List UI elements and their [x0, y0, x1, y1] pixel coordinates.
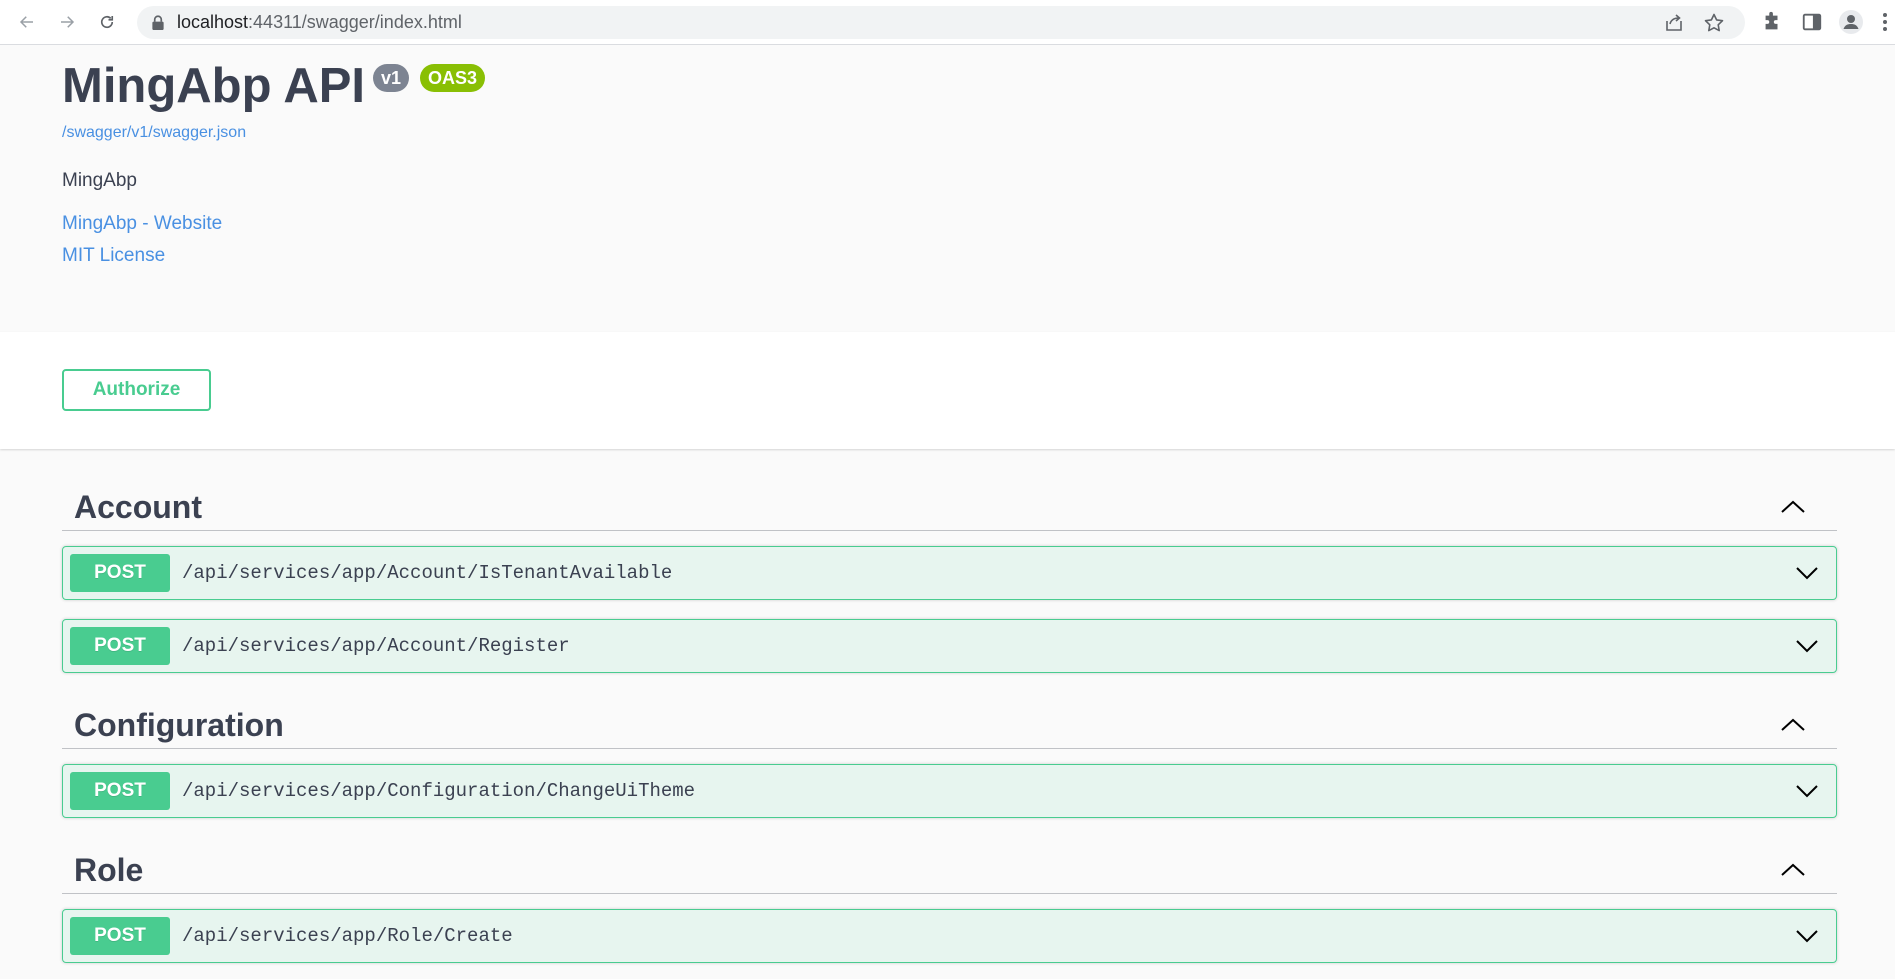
operation-path: /api/services/app/Configuration/ChangeUi…: [182, 780, 696, 802]
opblock-post[interactable]: POST /api/services/app/Role/Create: [62, 909, 1837, 963]
chevron-up-icon[interactable]: [1779, 860, 1807, 880]
url-host: localhost: [177, 12, 249, 32]
share-button[interactable]: [1663, 12, 1685, 34]
tag-configuration-header[interactable]: Configuration: [62, 701, 1837, 749]
extensions-button[interactable]: [1759, 9, 1785, 35]
address-bar[interactable]: localhost:44311/swagger/index.html: [137, 6, 1745, 39]
tag-role-header[interactable]: Role: [62, 846, 1837, 894]
chevron-down-icon[interactable]: [1794, 781, 1820, 801]
spec-json-link[interactable]: /swagger/v1/swagger.json: [62, 124, 246, 142]
browser-toolbar: localhost:44311/swagger/index.html: [0, 0, 1895, 45]
reload-icon: [100, 15, 114, 29]
side-panel-button[interactable]: [1799, 9, 1825, 35]
chevron-up-icon[interactable]: [1779, 715, 1807, 735]
opblock-post[interactable]: POST /api/services/app/Configuration/Cha…: [62, 764, 1837, 818]
chevron-down-icon[interactable]: [1794, 926, 1820, 946]
license-link[interactable]: MIT License: [62, 245, 165, 267]
chevron-down-icon[interactable]: [1794, 636, 1820, 656]
version-badge: v1: [373, 64, 410, 92]
website-link[interactable]: MingAbp - Website: [62, 213, 222, 235]
authorize-button[interactable]: Authorize: [62, 369, 211, 411]
operation-path: /api/services/app/Role/Create: [182, 925, 513, 947]
url-path: :44311/swagger/index.html: [248, 12, 462, 32]
reload-button[interactable]: [92, 7, 122, 37]
operation-path: /api/services/app/Account/IsTenantAvaila…: [182, 562, 673, 584]
api-description: MingAbp: [62, 170, 137, 191]
side-panel-icon: [1802, 13, 1822, 31]
api-info: MingAbp API v1 OAS3 /swagger/v1/swagger.…: [0, 46, 1895, 332]
menu-button[interactable]: [1878, 9, 1892, 35]
tag-account-header[interactable]: Account: [62, 483, 1837, 531]
bookmark-button[interactable]: [1703, 12, 1725, 34]
puzzle-icon: [1765, 11, 1778, 30]
tag-name: Account: [74, 489, 202, 525]
api-title: MingAbp API: [62, 59, 366, 113]
arrow-left-icon: [19, 16, 33, 28]
opblock-post[interactable]: POST /api/services/app/Account/Register: [62, 619, 1837, 673]
method-badge: POST: [70, 627, 170, 665]
arrow-right-icon: [61, 16, 75, 28]
forward-button[interactable]: [52, 7, 82, 37]
back-button[interactable]: [12, 7, 42, 37]
kebab-menu-icon: [1883, 13, 1887, 31]
avatar-icon: [1839, 10, 1863, 34]
opblock-post[interactable]: POST /api/services/app/Account/IsTenantA…: [62, 546, 1837, 600]
share-icon: [1666, 14, 1682, 31]
method-badge: POST: [70, 917, 170, 955]
method-badge: POST: [70, 554, 170, 592]
tag-name: Configuration: [74, 707, 284, 743]
method-badge: POST: [70, 772, 170, 810]
operation-path: /api/services/app/Account/Register: [182, 635, 570, 657]
oas-badge: OAS3: [420, 64, 486, 92]
tag-name: Role: [74, 852, 144, 888]
chevron-up-icon[interactable]: [1779, 497, 1807, 517]
lock-icon: [152, 15, 164, 30]
star-icon: [1704, 13, 1724, 32]
chevron-down-icon[interactable]: [1794, 563, 1820, 583]
scheme-container: Authorize: [0, 332, 1895, 449]
profile-button[interactable]: [1838, 9, 1864, 35]
url-text: localhost:44311/swagger/index.html: [177, 6, 462, 39]
